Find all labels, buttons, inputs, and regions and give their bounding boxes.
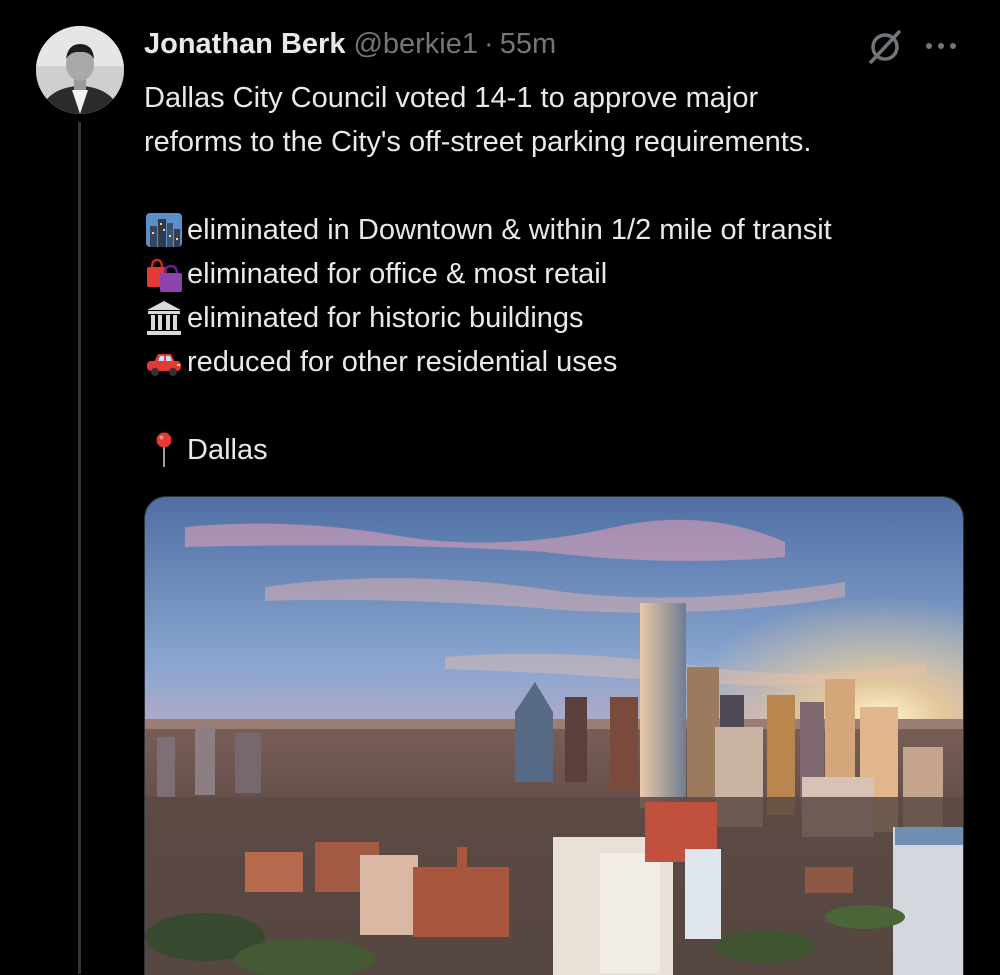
dallas-skyline-photo — [145, 497, 963, 975]
tweet-header: Jonathan Berk @berkie1 · 55m — [144, 28, 556, 68]
shopping-bags-emoji — [144, 254, 184, 294]
classical-building-emoji — [144, 298, 184, 338]
author-handle[interactable]: @berkie1 — [353, 28, 478, 61]
tweet-text-line: reforms to the City's off-street parking… — [144, 126, 812, 158]
round-pushpin-emoji — [144, 430, 184, 470]
location-line: Dallas — [144, 428, 974, 472]
tweet-text: Dallas City Council voted 14-1 to approv… — [144, 76, 974, 472]
list-item: eliminated in Downtown & within 1/2 mile… — [144, 208, 974, 252]
grok-icon[interactable] — [866, 28, 904, 66]
list-item-text: eliminated for office & most retail — [187, 258, 608, 290]
timestamp[interactable]: 55m — [500, 28, 556, 61]
list-item-text: reduced for other residential uses — [187, 346, 618, 378]
author-name[interactable]: Jonathan Berk — [144, 28, 345, 61]
tweet-text-line: Dallas City Council voted 14-1 to approv… — [144, 82, 759, 114]
more-horizontal-icon[interactable] — [920, 34, 962, 58]
cityscape-emoji — [144, 210, 184, 250]
list-item: reduced for other residential uses — [144, 340, 974, 384]
red-car-emoji — [144, 342, 184, 382]
list-item-text: eliminated for historic buildings — [187, 302, 584, 334]
avatar-photo — [36, 26, 124, 114]
list-item: eliminated for office & most retail — [144, 252, 974, 296]
list-item: eliminated for historic buildings — [144, 296, 974, 340]
list-item-text: eliminated in Downtown & within 1/2 mile… — [187, 214, 832, 246]
location-text: Dallas — [187, 434, 268, 466]
header-separator: · — [484, 28, 494, 60]
avatar[interactable] — [36, 26, 124, 114]
thread-line — [78, 122, 81, 974]
tweet-media-image[interactable] — [144, 496, 964, 975]
